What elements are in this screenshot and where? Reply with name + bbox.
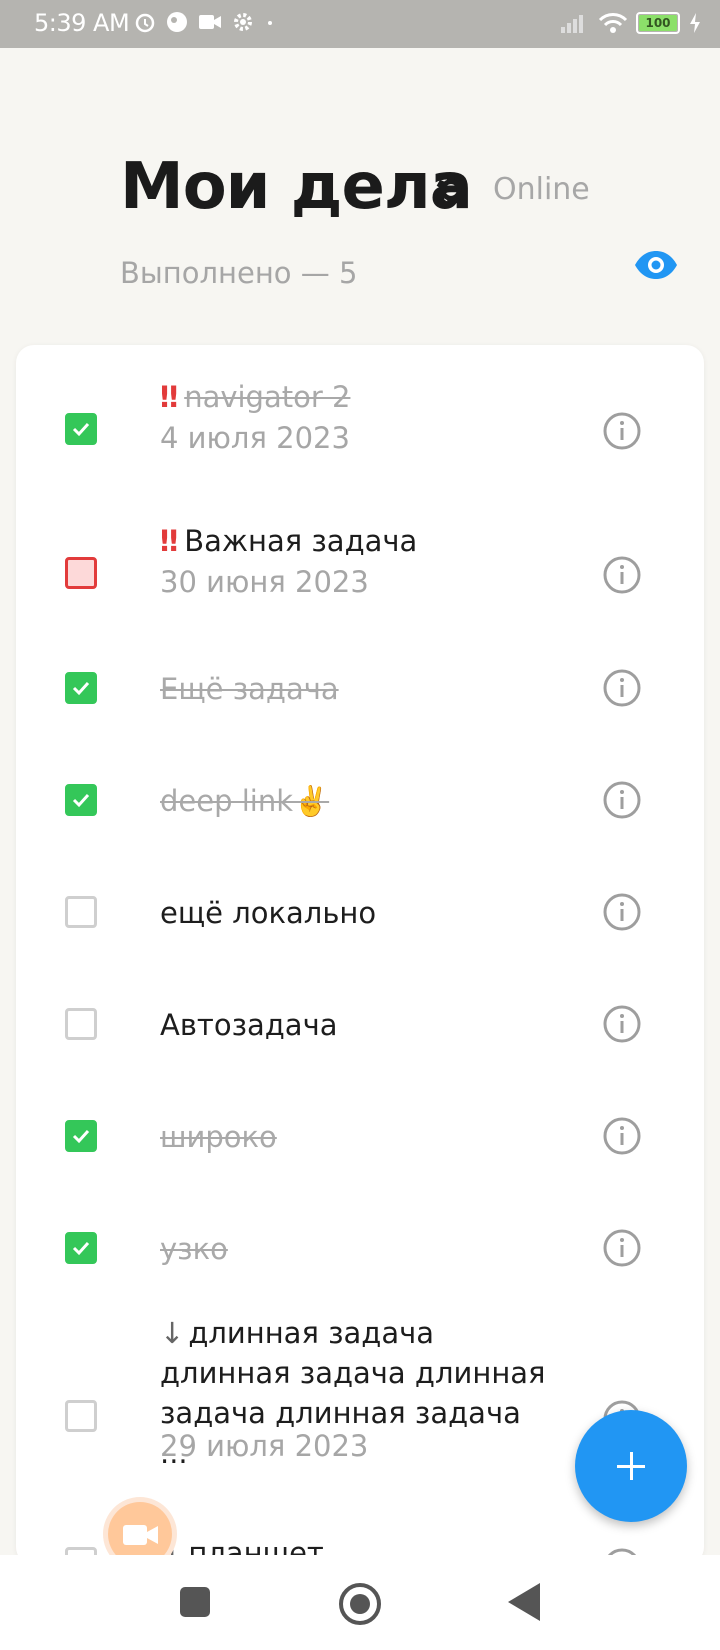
wifi-icon <box>598 13 628 33</box>
status-bar: 5:39 AM 100 <box>0 0 720 48</box>
system-navigation-bar <box>0 1555 720 1650</box>
task-date: 29 июля 2023 <box>160 1429 369 1463</box>
recent-apps-button[interactable] <box>180 1587 210 1617</box>
task-checkbox[interactable] <box>65 1232 97 1264</box>
check-icon <box>72 422 90 437</box>
eye-icon[interactable] <box>633 249 679 281</box>
home-button[interactable] <box>339 1583 381 1625</box>
task-title: Ещё задача <box>160 672 339 706</box>
task-title: Автозадача <box>160 1008 338 1042</box>
task-row[interactable]: ещё локально <box>16 860 704 972</box>
task-checkbox[interactable] <box>65 1400 97 1432</box>
task-checkbox[interactable] <box>65 413 97 445</box>
back-button[interactable] <box>508 1583 540 1621</box>
info-icon[interactable] <box>602 411 642 451</box>
info-icon[interactable] <box>602 892 642 932</box>
task-row[interactable]: узко <box>16 1196 704 1308</box>
info-icon[interactable] <box>602 668 642 708</box>
task-title: широко <box>160 1120 277 1154</box>
alarm-icon <box>135 13 155 33</box>
priority-high-icon: ‼ <box>160 524 179 558</box>
task-row[interactable]: ‼ Важная задача 30 июня 2023 <box>16 509 704 629</box>
video-camera-icon <box>123 1525 158 1545</box>
task-row[interactable]: ‼ navigator 2 4 июля 2023 <box>16 365 704 485</box>
status-notification-icons <box>134 11 276 33</box>
task-title: ещё локально <box>160 896 377 930</box>
completed-count: Выполнено — 5 <box>120 256 358 290</box>
task-row[interactable]: Ещё задача <box>16 636 704 748</box>
task-checkbox[interactable] <box>65 784 97 816</box>
status-time: 5:39 AM <box>34 9 130 37</box>
battery-indicator: 100 <box>636 12 680 34</box>
task-title: узко <box>160 1232 228 1266</box>
task-title: deep link✌️ <box>160 784 330 818</box>
task-row[interactable]: Автозадача <box>16 972 704 1084</box>
signal-icon <box>561 15 583 33</box>
task-title: Важная задача <box>184 524 418 558</box>
task-checkbox[interactable] <box>65 672 97 704</box>
video-camera-icon <box>199 15 221 29</box>
page-title: Мои дела <box>120 150 473 224</box>
task-checkbox[interactable] <box>65 557 97 589</box>
add-task-button[interactable] <box>575 1410 687 1522</box>
settings-gear-icon[interactable] <box>431 170 471 210</box>
info-icon[interactable] <box>602 780 642 820</box>
info-icon[interactable] <box>602 1004 642 1044</box>
info-icon[interactable] <box>602 555 642 595</box>
task-checkbox[interactable] <box>65 1008 97 1040</box>
connection-status: Online <box>493 172 590 207</box>
task-date: 4 июля 2023 <box>160 421 350 455</box>
settings-small-icon <box>234 13 252 31</box>
info-icon[interactable] <box>602 1116 642 1156</box>
status-system-icons: 100 <box>560 12 702 34</box>
check-icon <box>72 1129 90 1144</box>
charging-icon <box>690 13 700 33</box>
arrow-down-icon: ↓ <box>160 1316 185 1350</box>
task-list: ‼ navigator 2 4 июля 2023 ‼ Важная задача … <box>16 345 704 1565</box>
priority-high-icon: ‼ <box>160 380 179 414</box>
dot-icon <box>268 21 272 25</box>
check-icon <box>72 681 90 696</box>
check-icon <box>72 793 90 808</box>
task-title: navigator 2 <box>184 380 351 414</box>
task-date: 30 июня 2023 <box>160 565 369 599</box>
task-checkbox[interactable] <box>65 1120 97 1152</box>
task-row[interactable]: deep link✌️ <box>16 748 704 860</box>
check-icon <box>72 1241 90 1256</box>
task-checkbox[interactable] <box>65 896 97 928</box>
task-row[interactable]: широко <box>16 1084 704 1196</box>
app-icon <box>167 12 187 32</box>
info-icon[interactable] <box>602 1228 642 1268</box>
